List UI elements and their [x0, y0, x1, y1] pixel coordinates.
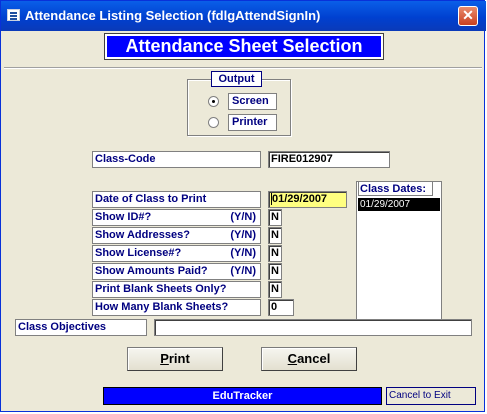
dialog-window: Attendance Listing Selection (fdlgAttend… [0, 0, 486, 412]
close-button[interactable]: ✕ [458, 6, 478, 26]
show-addresses-field[interactable]: N [268, 227, 282, 244]
class-dates-title: Class Dates: [358, 181, 433, 196]
class-objectives-label: Class Objectives [15, 319, 147, 336]
form-icon [7, 9, 20, 21]
print-button[interactable]: Print [127, 347, 223, 371]
show-amounts-label: Show Amounts Paid? (Y/N) [92, 263, 261, 280]
cancel-button[interactable]: Cancel [261, 347, 357, 371]
how-many-blank-field[interactable]: 0 [268, 299, 294, 316]
divider [4, 67, 482, 69]
output-group-title: Output [211, 71, 262, 87]
date-of-class-field[interactable]: 01/29/2007 [268, 191, 347, 208]
title-bar[interactable]: Attendance Listing Selection (fdlgAttend… [1, 1, 486, 31]
show-id-label: Show ID#? (Y/N) [92, 209, 261, 226]
how-many-blank-label: How Many Blank Sheets? [92, 299, 261, 316]
close-icon: ✕ [462, 7, 474, 23]
print-blank-only-field[interactable]: N [268, 281, 282, 298]
printer-radio[interactable] [208, 117, 219, 128]
class-objectives-field[interactable] [154, 319, 472, 336]
screen-radio[interactable] [208, 96, 219, 107]
printer-option-label[interactable]: Printer [228, 114, 277, 131]
class-code-label: Class-Code [92, 151, 261, 168]
date-of-class-label: Date of Class to Print [92, 191, 261, 208]
cancel-hint: Cancel to Exit [386, 387, 476, 405]
show-amounts-field[interactable]: N [268, 263, 282, 280]
screen-option-label[interactable]: Screen [228, 93, 277, 110]
header-banner: Attendance Sheet Selection [104, 33, 384, 60]
window-title: Attendance Listing Selection (fdlgAttend… [25, 8, 321, 23]
show-license-label: Show License#? (Y/N) [92, 245, 261, 262]
print-blank-only-label: Print Blank Sheets Only? [92, 281, 261, 298]
class-code-field[interactable]: FIRE012907 [268, 151, 390, 168]
app-name-bar: EduTracker [103, 387, 382, 405]
show-addresses-label: Show Addresses? (Y/N) [92, 227, 261, 244]
show-id-field[interactable]: N [268, 209, 282, 226]
list-item[interactable]: 01/29/2007 [358, 198, 440, 211]
show-license-field[interactable]: N [268, 245, 282, 262]
dialog-body: Attendance Sheet Selection Output Screen… [4, 31, 482, 409]
